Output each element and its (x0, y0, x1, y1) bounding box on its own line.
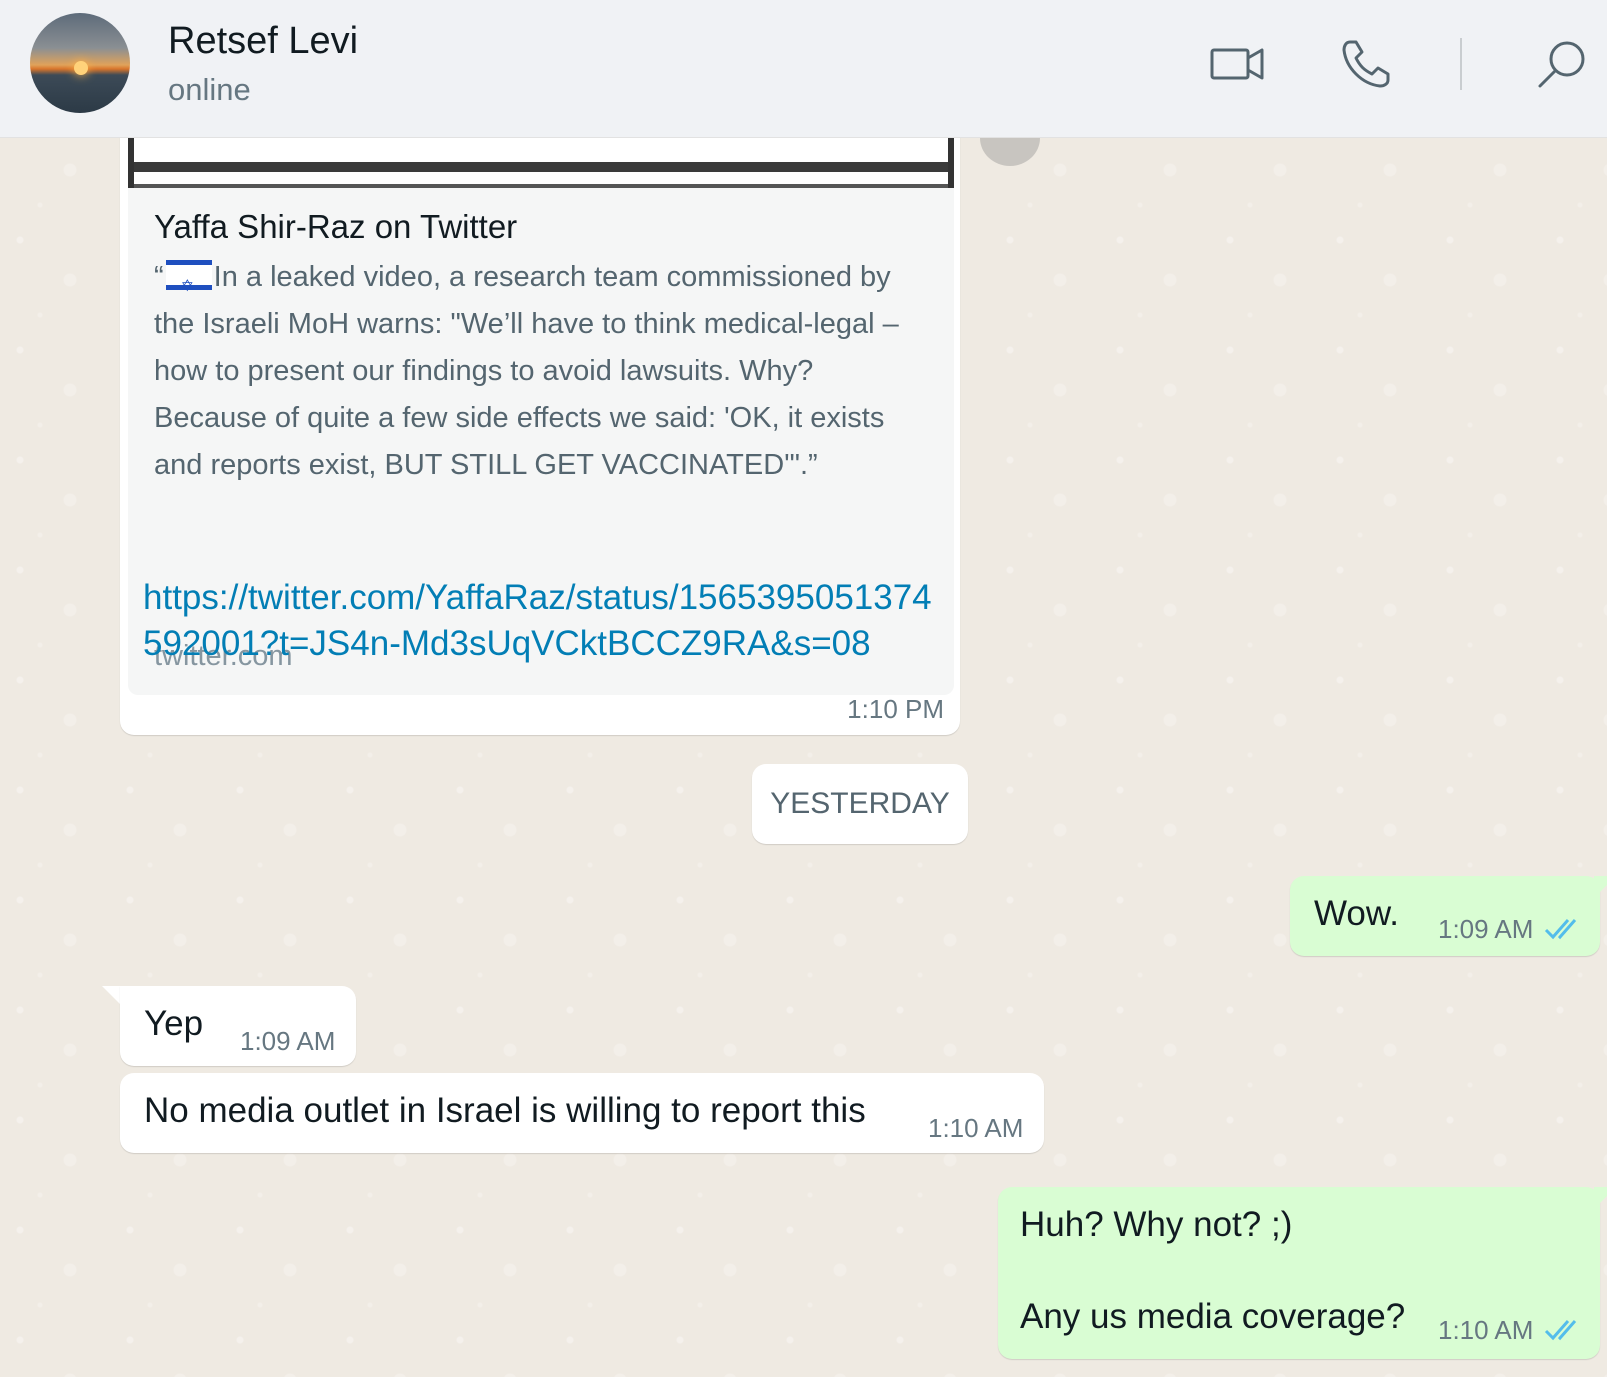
message-text: Wow. (1314, 894, 1399, 933)
bubble-tail (1594, 876, 1607, 898)
link-preview-message[interactable]: Yaffa Shir-Raz on Twitter “In a leaked v… (120, 120, 960, 735)
chat-header: Retsef Levi online (0, 0, 1607, 138)
message-link[interactable]: https://twitter.com/YaffaRaz/status/1565… (143, 575, 943, 667)
message-time: 1:09 AM (1438, 914, 1534, 944)
contact-name[interactable]: Retsef Levi (168, 20, 358, 63)
preview-title: Yaffa Shir-Raz on Twitter (154, 208, 518, 245)
search-icon[interactable] (1536, 38, 1588, 90)
outgoing-message[interactable]: Huh? Why not? ;) Any us media coverage? … (998, 1187, 1600, 1359)
message-text: Yep (144, 1004, 204, 1043)
read-ticks-icon (1544, 1320, 1577, 1341)
message-time: 1:09 AM (240, 1026, 336, 1056)
message-time: 1:10 AM (1438, 1315, 1534, 1345)
message-text: Huh? Why not? ;) (1020, 1205, 1293, 1244)
preview-description: “In a leaked video, a research team comm… (154, 254, 934, 489)
message-text: Any us media coverage? (1020, 1297, 1406, 1336)
outgoing-message[interactable]: Wow. 1:09 AM (1290, 876, 1600, 956)
israel-flag-icon (165, 260, 212, 309)
message-text: No media outlet in Israel is willing to … (144, 1091, 866, 1130)
voice-call-icon[interactable] (1340, 38, 1392, 90)
video-call-icon[interactable] (1210, 44, 1266, 84)
avatar[interactable] (30, 13, 130, 113)
bubble-tail (1594, 1187, 1607, 1209)
message-time: 1:10 AM (928, 1113, 1024, 1143)
preview-image (128, 138, 954, 188)
contact-status: online (168, 72, 251, 107)
incoming-message[interactable]: Yep 1:09 AM (120, 986, 356, 1066)
date-divider: YESTERDAY (752, 764, 968, 844)
read-ticks-icon (1544, 919, 1577, 940)
header-divider (1460, 38, 1462, 90)
message-time: 1:10 PM (847, 694, 944, 724)
incoming-message[interactable]: No media outlet in Israel is willing to … (120, 1073, 1044, 1153)
